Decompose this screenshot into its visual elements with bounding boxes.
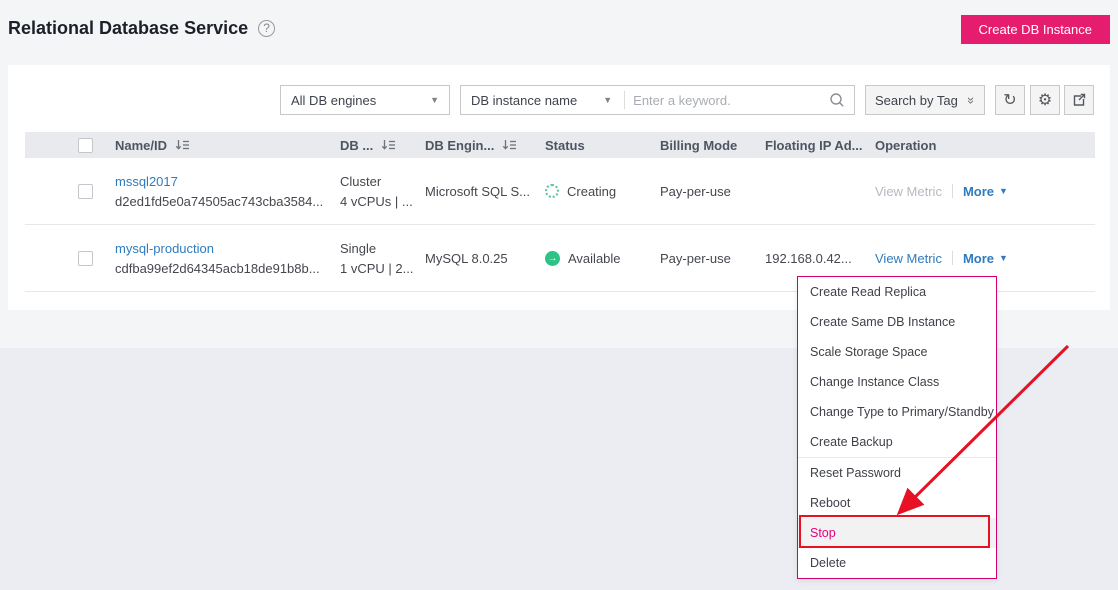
menu-item-delete[interactable]: Delete [798, 548, 996, 578]
divider [952, 184, 953, 198]
more-dropdown-button[interactable]: More ▼ [963, 251, 1008, 266]
status-text: Creating [567, 184, 616, 199]
create-db-instance-button[interactable]: Create DB Instance [961, 15, 1110, 44]
column-header-operation: Operation [865, 138, 1095, 153]
settings-button[interactable]: ⚙︎ [1030, 85, 1060, 115]
export-button[interactable] [1064, 85, 1094, 115]
filter-bar: All DB engines ▼ DB instance name ▼ Sear… [8, 85, 1110, 115]
sort-icon[interactable] [175, 139, 190, 151]
column-header-db-type[interactable]: DB ... [330, 138, 415, 153]
menu-item-reboot[interactable]: Reboot [798, 488, 996, 518]
view-metric-link: View Metric [875, 184, 942, 199]
menu-item-change-instance-class[interactable]: Change Instance Class [798, 367, 996, 397]
page-header: Relational Database Service ? [8, 18, 275, 39]
select-all-cell [25, 138, 105, 153]
search-field-value: DB instance name [471, 93, 577, 108]
menu-item-scale-storage-space[interactable]: Scale Storage Space [798, 337, 996, 367]
search-field-select[interactable]: DB instance name ▼ [461, 93, 622, 108]
page-title: Relational Database Service [8, 18, 248, 39]
search-by-tag-label: Search by Tag [875, 93, 958, 108]
db-class-specs: 4 vCPUs | ... [340, 194, 413, 209]
db-class-type: Cluster [340, 174, 413, 189]
chevron-down-icon: ▼ [430, 95, 439, 105]
column-header-db-engine[interactable]: DB Engin... [415, 138, 535, 153]
sort-icon[interactable] [502, 139, 517, 151]
help-icon[interactable]: ? [258, 20, 275, 37]
more-dropdown-button[interactable]: More ▼ [963, 184, 1008, 199]
menu-item-stop[interactable]: Stop [798, 518, 996, 548]
column-header-floating-ip: Floating IP Ad... [755, 138, 865, 153]
table-header-row: Name/ID DB ... [25, 132, 1095, 158]
instance-name-link[interactable]: mssql2017 [115, 174, 323, 189]
content-card: All DB engines ▼ DB instance name ▼ Sear… [8, 65, 1110, 310]
status-text: Available [568, 251, 621, 266]
db-engine-filter-value: All DB engines [291, 93, 376, 108]
column-header-name-id[interactable]: Name/ID [105, 138, 330, 153]
db-class-type: Single [340, 241, 413, 256]
db-engine-filter-select[interactable]: All DB engines ▼ [280, 85, 450, 115]
search-icon[interactable] [829, 92, 845, 108]
refresh-icon: ↻ [1003, 90, 1016, 110]
double-chevron-down-icon: » [964, 96, 979, 103]
keyword-search-input[interactable] [627, 93, 829, 108]
table-row: mssql2017 d2ed1fd5e0a74505ac743cba3584..… [25, 158, 1095, 225]
row-checkbox[interactable] [78, 184, 93, 199]
billing-mode-value: Pay-per-use [660, 184, 731, 199]
column-header-billing-mode: Billing Mode [650, 138, 755, 153]
instance-id: d2ed1fd5e0a74505ac743cba3584... [115, 194, 323, 209]
more-actions-menu: Create Read Replica Create Same DB Insta… [797, 276, 997, 579]
column-header-status: Status [535, 138, 650, 153]
refresh-button[interactable]: ↻ [995, 85, 1025, 115]
search-combo: DB instance name ▼ [460, 85, 855, 115]
menu-item-create-read-replica[interactable]: Create Read Replica [798, 277, 996, 307]
db-engine-value: MySQL 8.0.25 [425, 251, 508, 266]
menu-item-create-same-db-instance[interactable]: Create Same DB Instance [798, 307, 996, 337]
instance-name-link[interactable]: mysql-production [115, 241, 320, 256]
search-by-tag-button[interactable]: Search by Tag » [865, 85, 985, 115]
instance-id: cdfba99ef2d64345acb18de91b8b... [115, 261, 320, 276]
billing-mode-value: Pay-per-use [660, 251, 731, 266]
db-class-specs: 1 vCPU | 2... [340, 261, 413, 276]
view-metric-link[interactable]: View Metric [875, 251, 942, 266]
row-checkbox[interactable] [78, 251, 93, 266]
available-status-icon: → [545, 251, 560, 266]
chevron-down-icon: ▼ [999, 253, 1008, 263]
menu-item-create-backup[interactable]: Create Backup [798, 427, 996, 457]
divider [624, 91, 625, 109]
gear-icon: ⚙︎ [1038, 90, 1052, 110]
sort-icon[interactable] [381, 139, 396, 151]
menu-item-reset-password[interactable]: Reset Password [798, 458, 996, 488]
rds-console-page: { "page": { "title": "Relational Databas… [0, 0, 1118, 590]
creating-spinner-icon [545, 184, 559, 198]
divider [952, 251, 953, 265]
chevron-down-icon: ▼ [603, 95, 612, 105]
instance-table: Name/ID DB ... [25, 132, 1095, 292]
export-icon [1072, 93, 1086, 107]
select-all-checkbox[interactable] [78, 138, 93, 153]
db-engine-value: Microsoft SQL S... [425, 184, 530, 199]
floating-ip-value: 192.168.0.42... [765, 251, 852, 266]
menu-item-change-type-primary-standby[interactable]: Change Type to Primary/Standby [798, 397, 996, 427]
chevron-down-icon: ▼ [999, 186, 1008, 196]
